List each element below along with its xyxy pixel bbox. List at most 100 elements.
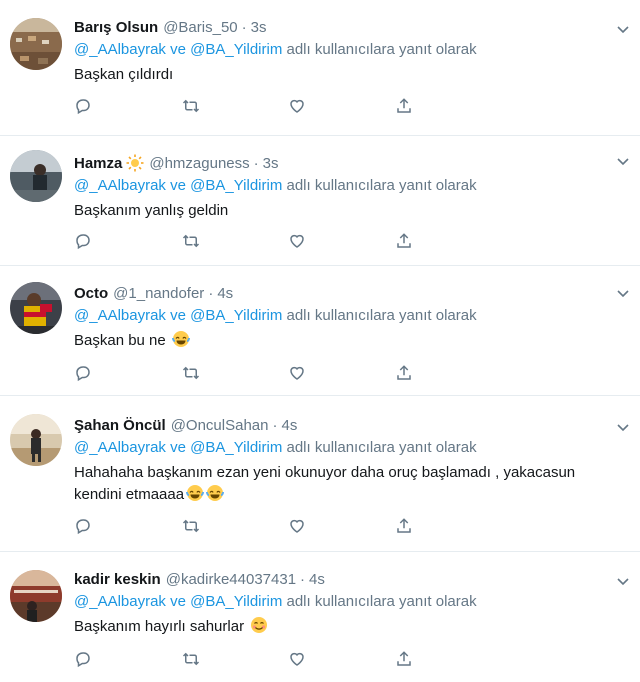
- user-handle[interactable]: @OnculSahan: [171, 417, 269, 434]
- like-button[interactable]: [288, 648, 395, 670]
- avatar[interactable]: [10, 570, 62, 622]
- mention-link[interactable]: @_AAlbayrak: [74, 177, 166, 194]
- tweet[interactable]: Octo @1_nandofer · 4s @_AAlbayrak ve @BA…: [0, 266, 640, 396]
- reply-suffix: adlı kullanıcılara yanıt olarak: [286, 593, 477, 610]
- like-button[interactable]: [288, 515, 395, 537]
- chevron-down-icon[interactable]: [616, 22, 630, 36]
- mention-link[interactable]: @BA_Yildirim: [190, 41, 282, 58]
- mention-link[interactable]: @_AAlbayrak: [74, 41, 166, 58]
- share-icon: [397, 365, 411, 380]
- timestamp[interactable]: 3s: [263, 155, 279, 172]
- display-name[interactable]: Barış Olsun: [74, 19, 158, 36]
- tweet-text-body: Başkan bu ne: [74, 332, 166, 349]
- reply-suffix: adlı kullanıcılara yanıt olarak: [286, 41, 477, 58]
- tweet-actions: [74, 648, 502, 670]
- tweet-text-body: Başkan çıldırdı: [74, 66, 174, 83]
- like-icon: [290, 652, 304, 666]
- chevron-down-icon[interactable]: [616, 574, 630, 588]
- mention-link[interactable]: @_AAlbayrak: [74, 307, 166, 324]
- retweet-button[interactable]: [181, 95, 288, 117]
- mention-link[interactable]: @BA_Yildirim: [190, 593, 282, 610]
- like-icon: [290, 234, 304, 248]
- reply-button[interactable]: [74, 648, 181, 670]
- separator-dot: ·: [208, 284, 214, 302]
- tweet-text: Başkanım hayırlı sahurlar: [74, 616, 610, 641]
- share-button[interactable]: [395, 648, 502, 670]
- laughing-tears-emoji: [186, 484, 205, 509]
- share-icon: [397, 98, 411, 113]
- reply-connector: ve: [170, 41, 186, 58]
- retweet-button[interactable]: [181, 362, 288, 384]
- retweet-icon: [182, 366, 200, 380]
- tweet-text-body: Başkanım yanlış geldin: [74, 202, 229, 219]
- reply-suffix: adlı kullanıcılara yanıt olarak: [286, 177, 477, 194]
- reply-icon: [76, 99, 90, 115]
- share-icon: [397, 233, 411, 248]
- retweet-icon: [182, 519, 200, 533]
- tweet[interactable]: Hamza @hmzaguness · 3s @_AAlbayrak ve @B…: [0, 136, 640, 266]
- timestamp[interactable]: 4s: [217, 285, 233, 302]
- mention-link[interactable]: @BA_Yildirim: [190, 439, 282, 456]
- share-icon: [397, 651, 411, 666]
- like-button[interactable]: [288, 362, 395, 384]
- display-name[interactable]: Octo: [74, 285, 108, 302]
- share-button[interactable]: [395, 362, 502, 384]
- mention-link[interactable]: @_AAlbayrak: [74, 439, 166, 456]
- reply-button[interactable]: [74, 515, 181, 537]
- separator-dot: ·: [272, 416, 278, 434]
- display-name[interactable]: Şahan Öncül: [74, 417, 166, 434]
- tweet-actions: [74, 95, 502, 117]
- avatar[interactable]: [10, 18, 62, 70]
- share-button[interactable]: [395, 230, 502, 252]
- display-name[interactable]: kadir keskin: [74, 571, 161, 588]
- chevron-down-icon[interactable]: [616, 154, 630, 168]
- tweet[interactable]: Şahan Öncül @OnculSahan · 4s @_AAlbayrak…: [0, 396, 640, 552]
- retweet-button[interactable]: [181, 648, 288, 670]
- retweet-button[interactable]: [181, 515, 288, 537]
- retweet-icon: [182, 99, 200, 113]
- tweet-text: Başkanım yanlış geldin: [74, 200, 610, 222]
- share-button[interactable]: [395, 95, 502, 117]
- separator-dot: ·: [300, 570, 306, 588]
- avatar[interactable]: [10, 414, 62, 466]
- user-handle[interactable]: @hmzaguness: [149, 155, 249, 172]
- user-handle[interactable]: @1_nandofer: [113, 285, 204, 302]
- laughing-tears-emoji: [171, 330, 190, 355]
- tweet-text: Başkan çıldırdı: [74, 64, 610, 86]
- reply-icon: [76, 366, 90, 382]
- like-button[interactable]: [288, 230, 395, 252]
- mention-link[interactable]: @BA_Yildirim: [190, 307, 282, 324]
- tweet-actions: [74, 230, 502, 252]
- tweet-text: Başkan bu ne: [74, 330, 610, 355]
- mention-link[interactable]: @_AAlbayrak: [74, 593, 166, 610]
- timestamp[interactable]: 3s: [251, 19, 267, 36]
- avatar[interactable]: [10, 282, 62, 334]
- reply-icon: [76, 519, 90, 535]
- tweet[interactable]: kadir keskin @kadirke44037431 · 4s @_AAl…: [0, 552, 640, 682]
- reply-context: @_AAlbayrak ve @BA_Yildirim adlı kullanı…: [74, 304, 610, 328]
- reply-button[interactable]: [74, 230, 181, 252]
- chevron-down-icon[interactable]: [616, 420, 630, 434]
- retweet-icon: [182, 234, 200, 248]
- laughing-tears-emoji: [206, 484, 225, 509]
- share-button[interactable]: [395, 515, 502, 537]
- user-handle[interactable]: @Baris_50: [163, 19, 237, 36]
- separator-dot: ·: [241, 18, 247, 36]
- reply-context: @_AAlbayrak ve @BA_Yildirim adlı kullanı…: [74, 38, 610, 62]
- user-handle[interactable]: @kadirke44037431: [166, 571, 296, 588]
- retweet-button[interactable]: [181, 230, 288, 252]
- timestamp[interactable]: 4s: [309, 571, 325, 588]
- reply-button[interactable]: [74, 95, 181, 117]
- reply-context: @_AAlbayrak ve @BA_Yildirim adlı kullanı…: [74, 590, 610, 614]
- tweet-text-body: Hahahaha başkanım ezan yeni okunuyor dah…: [74, 464, 576, 503]
- reply-connector: ve: [170, 177, 186, 194]
- retweet-icon: [182, 652, 200, 666]
- reply-button[interactable]: [74, 362, 181, 384]
- display-name[interactable]: Hamza: [74, 155, 122, 172]
- chevron-down-icon[interactable]: [616, 286, 630, 300]
- tweet[interactable]: Barış Olsun @Baris_50 · 3s @_AAlbayrak v…: [0, 0, 640, 136]
- like-button[interactable]: [288, 95, 395, 117]
- mention-link[interactable]: @BA_Yildirim: [190, 177, 282, 194]
- avatar[interactable]: [10, 150, 62, 202]
- timestamp[interactable]: 4s: [281, 417, 297, 434]
